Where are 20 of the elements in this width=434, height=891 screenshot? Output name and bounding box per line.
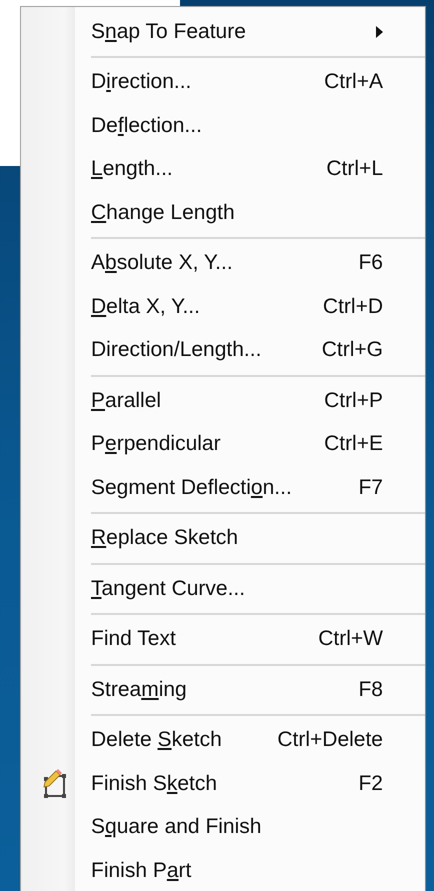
menu-item[interactable]: Delta X, Y... Ctrl+D — [21, 285, 425, 328]
submenu-arrow-icon — [376, 26, 383, 38]
menu-item[interactable]: Direction/Length... Ctrl+G — [21, 328, 425, 372]
menu-item[interactable]: Deflection... — [21, 104, 425, 148]
menu-item[interactable]: Absolute X, Y... F6 — [21, 242, 425, 285]
menu-item[interactable]: Segment Deflection... F7 — [21, 466, 425, 510]
menu-item[interactable]: Perpendicular Ctrl+E — [21, 422, 425, 466]
menu-item[interactable]: Finish Part — [21, 849, 425, 891]
menu-item[interactable]: Replace Sketch — [21, 516, 425, 560]
menu-item[interactable]: Length... Ctrl+L — [21, 148, 425, 191]
menu-item[interactable]: Direction... Ctrl+A — [21, 60, 425, 104]
menu-item[interactable]: Streaming F8 — [21, 668, 425, 712]
menu-item[interactable]: Square and Finish — [21, 806, 425, 849]
menu-item[interactable]: Delete Sketch Ctrl+Delete — [21, 718, 425, 762]
menu-item[interactable]: Finish Sketch F2 — [21, 762, 425, 806]
menu-item[interactable]: Parallel Ctrl+P — [21, 379, 425, 422]
menu-item[interactable]: Change Length — [21, 191, 425, 234]
menu-item[interactable]: Tangent Curve... — [21, 567, 425, 610]
menu-item[interactable]: Snap To Feature — [21, 10, 425, 54]
menu-item[interactable]: Find Text Ctrl+W — [21, 618, 425, 661]
